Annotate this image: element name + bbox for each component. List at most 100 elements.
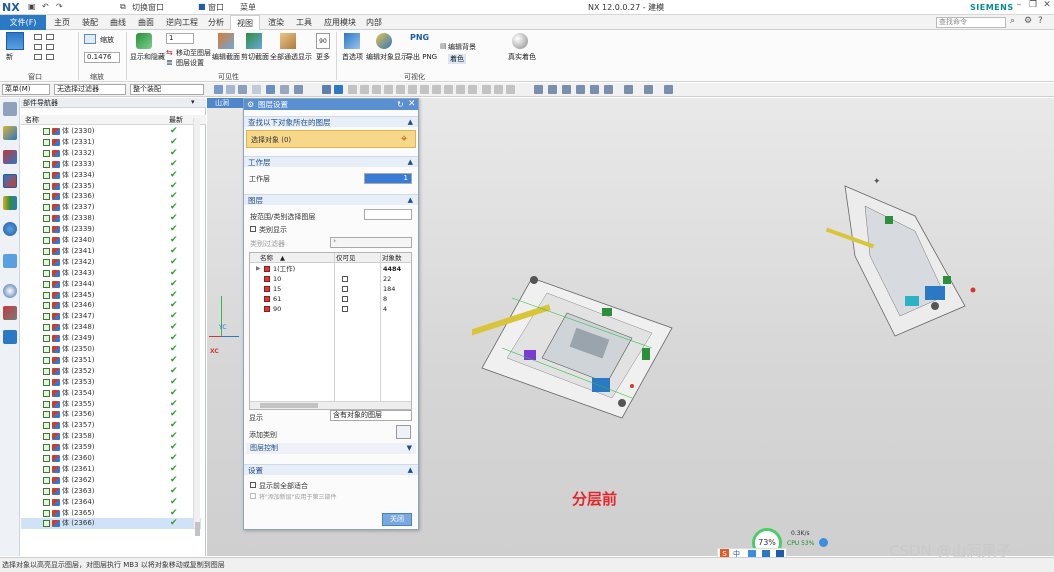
body-visibility-checkbox[interactable] xyxy=(43,247,50,255)
orient-icon[interactable] xyxy=(266,85,275,94)
body-visibility-checkbox[interactable] xyxy=(43,291,50,299)
visible-only-checkbox[interactable] xyxy=(342,296,348,302)
table-row[interactable]: 体 (2358) ✔ xyxy=(21,431,201,442)
tab-surface[interactable]: 曲面 xyxy=(132,15,160,30)
mold-assembly-main[interactable] xyxy=(472,258,682,428)
constraint-navigator-icon[interactable] xyxy=(3,150,17,164)
new-window-button[interactable]: 新 xyxy=(6,52,13,62)
sort-icon[interactable]: ▲ xyxy=(280,253,285,263)
snap-point-11-icon[interactable] xyxy=(468,85,477,94)
body-visibility-checkbox[interactable] xyxy=(43,171,50,179)
apply-third-part-checkbox[interactable] xyxy=(250,493,256,499)
body-visibility-checkbox[interactable] xyxy=(43,128,50,135)
category-filter-dropdown[interactable]: * xyxy=(330,237,412,248)
edit-section-icon[interactable] xyxy=(218,33,234,49)
snap-point-14-icon[interactable] xyxy=(506,85,515,94)
render-style-icon[interactable] xyxy=(294,85,303,94)
body-visibility-checkbox[interactable] xyxy=(43,302,50,310)
collapse-icon[interactable]: ▲ xyxy=(408,117,413,128)
layer-visible-checkbox[interactable] xyxy=(264,276,270,282)
preferences-button[interactable]: 首选项 xyxy=(342,52,363,62)
col-layer-name[interactable]: 名称 xyxy=(260,253,273,263)
snap-point-10-icon[interactable] xyxy=(456,85,465,94)
section-settings[interactable]: 设置 ▲ xyxy=(244,464,418,475)
fit-all-checkbox[interactable] xyxy=(250,482,256,488)
translucency-icon[interactable] xyxy=(280,33,296,49)
snap-point-12-icon[interactable] xyxy=(482,85,491,94)
layer-visible-checkbox[interactable] xyxy=(264,286,270,292)
navigator-scroll-thumb[interactable] xyxy=(195,522,200,536)
redo-icon[interactable]: ↷ xyxy=(56,2,63,13)
table-row[interactable]: 体 (2356) ✔ xyxy=(21,409,201,420)
section-find-layer[interactable]: 查找以下对象所在的图层 ▲ xyxy=(244,116,418,127)
snap-point-2-icon[interactable] xyxy=(360,85,369,94)
col-visible-only[interactable]: 仅可见 xyxy=(336,253,356,263)
snap-point-5-icon[interactable] xyxy=(396,85,405,94)
snap-point-8-icon[interactable] xyxy=(432,85,441,94)
snap-point-7-icon[interactable] xyxy=(420,85,429,94)
switch-window-button[interactable]: 切换窗口 xyxy=(132,2,164,13)
search-icon[interactable]: ⌕ xyxy=(1010,16,1015,26)
tab-view[interactable]: 视图 xyxy=(230,15,260,30)
menu-button[interactable]: 菜单 xyxy=(240,2,256,13)
body-visibility-checkbox[interactable] xyxy=(43,269,50,277)
body-visibility-checkbox[interactable] xyxy=(43,346,50,353)
layer-control-expander[interactable]: 图层控制 ▼ xyxy=(246,443,416,454)
true-shading-icon[interactable] xyxy=(512,33,528,49)
edit-object-display-button[interactable]: 编辑对象显示 xyxy=(366,52,408,62)
table-row[interactable]: 体 (2360) ✔ xyxy=(21,453,201,464)
table-row[interactable]: 体 (2332) ✔ xyxy=(21,148,201,159)
table-row[interactable]: 体 (2343) ✔ xyxy=(21,268,201,279)
dialog-reset-icon[interactable]: ↻ xyxy=(397,100,404,109)
view-tool-6-icon[interactable] xyxy=(604,85,613,94)
table-row[interactable]: 体 (2335) ✔ xyxy=(21,181,201,192)
body-visibility-checkbox[interactable] xyxy=(43,193,50,201)
table-row[interactable]: 体 (2331) ✔ xyxy=(21,137,201,148)
reuse-library-icon[interactable] xyxy=(3,196,17,210)
collapse-icon[interactable]: ▲ xyxy=(408,465,413,476)
table-row[interactable]: 体 (2366) ✔ xyxy=(21,518,201,530)
clip-section-icon[interactable] xyxy=(246,33,262,49)
column-name[interactable]: 名称 xyxy=(25,115,39,125)
body-visibility-checkbox[interactable] xyxy=(43,237,50,244)
restore-icon[interactable]: ❐ xyxy=(1026,0,1040,14)
png-icon[interactable]: PNG xyxy=(410,33,429,42)
visible-only-checkbox[interactable] xyxy=(342,286,348,292)
body-visibility-checkbox[interactable] xyxy=(43,455,50,462)
snap-point-4-icon[interactable] xyxy=(384,85,393,94)
help-icon[interactable]: ? xyxy=(1038,16,1043,26)
shaded-icon[interactable] xyxy=(322,85,331,94)
table-row[interactable]: 体 (2345) ✔ xyxy=(21,290,201,301)
layer-visible-checkbox[interactable] xyxy=(264,306,270,312)
zoom-button[interactable]: 缩放 xyxy=(100,35,114,45)
layer-row[interactable]: ▶ 1(工作) 4484 xyxy=(250,264,411,274)
select-object-row[interactable]: 选择对象 (0) ⌖ xyxy=(246,130,416,148)
section-layers[interactable]: 图层 ▲ xyxy=(244,194,418,205)
clip-section-button[interactable]: 剪切截面 xyxy=(241,52,269,62)
view-tool-9-icon[interactable] xyxy=(664,85,673,94)
zoom-icon[interactable] xyxy=(84,34,96,44)
select-icon[interactable] xyxy=(214,85,223,94)
col-object-count[interactable]: 对象数 xyxy=(382,253,402,263)
selection-scope-dropdown[interactable]: 整个装配 xyxy=(130,84,204,95)
table-row[interactable]: 体 (2355) ✔ xyxy=(21,399,201,410)
table-row[interactable]: 体 (2341) ✔ xyxy=(21,246,201,257)
body-visibility-checkbox[interactable] xyxy=(43,280,50,288)
layer-range-input[interactable] xyxy=(364,209,412,220)
body-visibility-checkbox[interactable] xyxy=(43,215,50,223)
settings-res-icon[interactable] xyxy=(3,102,17,116)
body-visibility-checkbox[interactable] xyxy=(43,335,50,343)
table-row[interactable]: 体 (2348) ✔ xyxy=(21,322,201,333)
wire-icon[interactable] xyxy=(334,85,343,94)
body-visibility-checkbox[interactable] xyxy=(43,356,50,364)
display-dropdown[interactable]: 含有对象的图层 xyxy=(330,410,412,421)
body-visibility-checkbox[interactable] xyxy=(43,422,50,430)
translucency-button[interactable]: 全部通透显示 xyxy=(270,52,312,62)
layer-table-hscroll[interactable] xyxy=(250,401,411,409)
body-visibility-checkbox[interactable] xyxy=(43,182,50,190)
graphics-tab[interactable]: 山涧 xyxy=(207,98,243,108)
window-icon[interactable]: ■ xyxy=(198,2,206,13)
type-filter-dropdown[interactable]: 无选择过滤器 xyxy=(54,84,126,95)
body-visibility-checkbox[interactable] xyxy=(43,367,50,375)
part-navigator-icon[interactable] xyxy=(3,174,17,188)
